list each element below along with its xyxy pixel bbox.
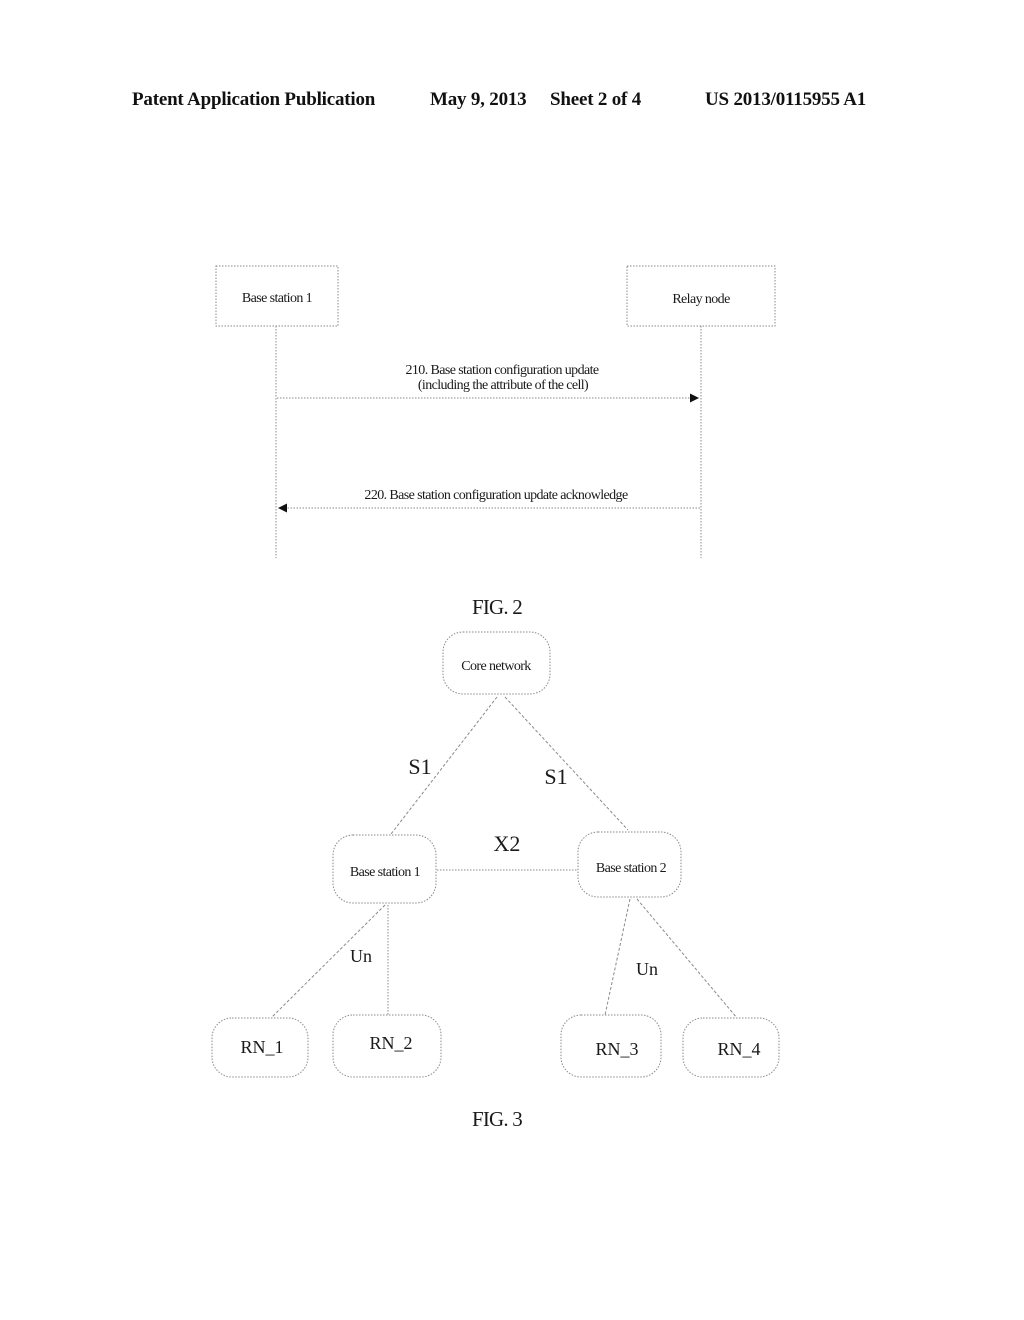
participant-label: Base station 1: [242, 291, 313, 306]
fig3-caption: FIG. 3: [472, 1107, 522, 1131]
link-label-s1-right: S1: [544, 764, 567, 789]
link-s1-left: [390, 696, 498, 835]
node-label: Core network: [461, 659, 531, 674]
fig2-sequence-diagram: Base station 1 Relay node 210. Base stat…: [215, 265, 776, 619]
link-label-x2: X2: [494, 831, 521, 856]
patent-drawing: Base station 1 Relay node 210. Base stat…: [211, 265, 780, 1131]
message-220: 220. Base station configuration update a…: [278, 488, 700, 513]
participant-label: Relay node: [672, 292, 730, 307]
node-rn-4: RN_4: [682, 1017, 780, 1078]
link-label-un-left: Un: [350, 946, 372, 966]
participant-base-station-1: Base station 1: [215, 265, 339, 327]
node-base-station-1: Base station 1: [332, 834, 437, 904]
node-label: RN_1: [240, 1037, 283, 1057]
node-rn-1: RN_1: [211, 1017, 309, 1078]
node-core-network: Core network: [442, 631, 551, 695]
link-un-rn3: [604, 898, 631, 1016]
node-rn-2: RN_2: [332, 1014, 442, 1078]
participant-relay-node: Relay node: [626, 265, 776, 327]
fig3-network-diagram: S1 S1 X2 Un Un Core network Base station…: [211, 631, 780, 1131]
fig2-caption: FIG. 2: [472, 595, 522, 619]
node-label: RN_4: [717, 1039, 760, 1059]
message-210: 210. Base station configuration update (…: [277, 363, 699, 403]
link-label-s1-left: S1: [408, 754, 431, 779]
node-base-station-2: Base station 2: [577, 831, 682, 898]
link-label-un-right: Un: [636, 959, 658, 979]
node-label: RN_3: [595, 1039, 638, 1059]
message-label-line2: (including the attribute of the cell): [418, 378, 589, 393]
message-label-line1: 210. Base station configuration update: [406, 363, 599, 378]
node-label: Base station 2: [596, 861, 667, 876]
message-label: 220. Base station configuration update a…: [364, 488, 628, 503]
node-label: Base station 1: [350, 865, 421, 880]
node-label: RN_2: [369, 1033, 412, 1053]
node-rn-3: RN_3: [560, 1014, 662, 1078]
